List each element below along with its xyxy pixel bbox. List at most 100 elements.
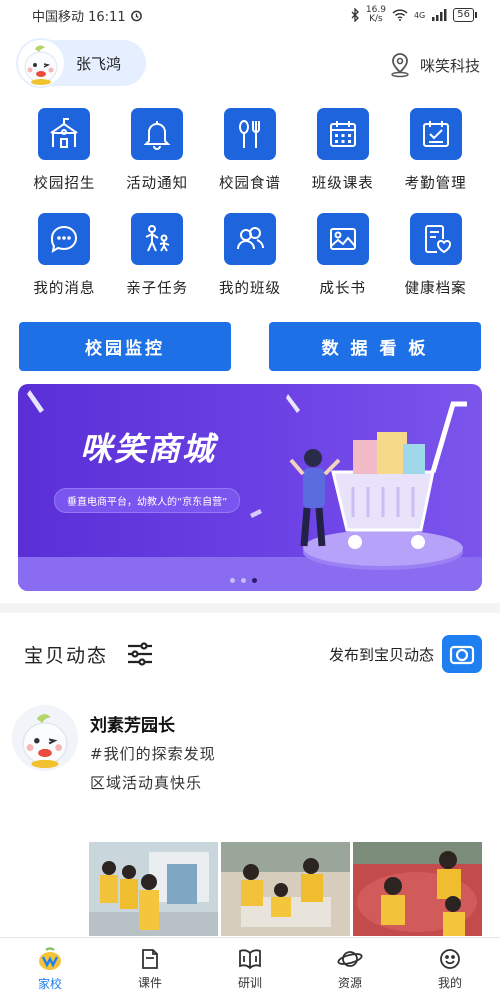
post-photos (89, 842, 482, 936)
icon-box (223, 213, 276, 265)
status-bar: 中国移动 16:11 16.9 K/s 4G 56 (0, 0, 500, 30)
book-icon (239, 949, 261, 969)
feature-grid: 校园招生 活动通知 校园食谱 班级课表 考勤管理 我的消息 亲子任务 我的班级 … (18, 108, 482, 298)
grid-label: 考勤管理 (404, 176, 467, 192)
pagination-dot[interactable] (230, 578, 235, 583)
tab-mine[interactable]: 我的 (400, 938, 500, 1000)
tab-label: 课件 (137, 975, 162, 990)
grid-label: 班级课表 (311, 176, 374, 192)
bell-icon (143, 121, 171, 150)
planet-icon (337, 950, 363, 967)
post-hashtag[interactable]: #我们的探索发现 (90, 743, 216, 764)
parent-child-icon (145, 225, 170, 252)
icon-box (409, 108, 462, 160)
icon-box (38, 213, 91, 265)
tab-label: 家校 (37, 976, 62, 991)
grid-label: 亲子任务 (126, 281, 189, 297)
feed-title: 宝贝动态 (24, 644, 109, 667)
grid-item-growth-book[interactable]: 成长书 (296, 213, 389, 298)
alarm-icon (130, 10, 142, 21)
spoon-fork-icon (238, 120, 260, 148)
carrier-time: 中国移动 16:11 (32, 9, 126, 25)
pagination-dot[interactable] (241, 578, 246, 583)
grid-label: 活动通知 (126, 176, 189, 192)
health-record-icon (424, 225, 451, 254)
network-speed: 16.9 K/s (366, 6, 386, 24)
icon-box (409, 213, 462, 265)
grid-item-class-schedule[interactable]: 班级课表 (296, 108, 389, 193)
promo-banner[interactable]: 咪笑商城 垂直电商平台，幼教人的“京东自营” (18, 384, 482, 591)
publish-to-feed[interactable]: 发布到宝贝动态 (329, 635, 482, 673)
post-photo[interactable] (353, 842, 482, 936)
grid-item-messages[interactable]: 我的消息 (18, 213, 111, 298)
user-name: 张飞鸿 (76, 54, 122, 73)
camera-icon (449, 645, 475, 665)
icon-box (131, 213, 184, 265)
campus-monitor-button[interactable]: 校园监控 (19, 322, 231, 371)
post-photo[interactable] (89, 842, 218, 936)
post-author[interactable]: 刘素芳园长 (90, 711, 175, 736)
location-pin-icon (391, 53, 409, 78)
icon-box (38, 108, 91, 160)
filter-sliders-icon[interactable] (126, 641, 154, 667)
network-type: 4G (413, 10, 426, 20)
icon-box (316, 213, 369, 265)
home-school-icon (39, 946, 61, 970)
banner-pagination (230, 578, 257, 583)
school-icon (50, 118, 78, 148)
tab-courseware[interactable]: 课件 (100, 938, 200, 1000)
feed-header: 宝贝动态 发布到宝贝动态 (24, 635, 482, 673)
tab-resources[interactable]: 资源 (300, 938, 400, 1000)
grid-label: 校园招生 (33, 176, 96, 192)
grid-label: 校园食谱 (218, 176, 281, 192)
icon-box (131, 108, 184, 160)
grid-label: 成长书 (319, 281, 367, 297)
grid-label: 健康档案 (404, 281, 467, 297)
wifi-icon (392, 9, 408, 21)
play-area-photo-image (353, 842, 482, 936)
mascot-avatar-icon (24, 45, 58, 85)
publish-label: 发布到宝贝动态 (328, 645, 434, 664)
signal-icon (432, 9, 447, 21)
speed-unit: K/s (369, 14, 383, 24)
user-avatar (16, 38, 66, 88)
reading-photo-image (221, 842, 350, 936)
status-right: 16.9 K/s 4G 56 (350, 6, 477, 24)
battery-indicator: 56 (453, 8, 477, 22)
grid-item-recipes[interactable]: 校园食谱 (204, 108, 297, 193)
grid-item-health-record[interactable]: 健康档案 (389, 213, 482, 298)
grid-item-attendance[interactable]: 考勤管理 (389, 108, 482, 193)
grid-label: 我的消息 (33, 281, 96, 297)
user-profile-pill[interactable]: 张飞鸿 (16, 38, 146, 88)
post-photo[interactable] (221, 842, 350, 936)
grid-item-enrollment[interactable]: 校园招生 (18, 108, 111, 193)
section-separator (0, 603, 500, 613)
tab-label: 研训 (237, 975, 262, 990)
grid-label: 我的班级 (218, 281, 281, 297)
attendance-icon (422, 121, 449, 147)
mascot-avatar-icon (22, 714, 68, 768)
tab-label: 资源 (337, 975, 362, 990)
classroom-photo-image (89, 842, 218, 936)
bluetooth-icon (351, 8, 359, 22)
banner-subtitle: 垂直电商平台，幼教人的“京东自营” (54, 488, 241, 513)
grid-item-parent-child-task[interactable]: 亲子任务 (111, 213, 204, 298)
camera-button[interactable] (442, 635, 482, 673)
company-name: 咪笑科技 (419, 56, 480, 75)
data-dashboard-button[interactable]: 数 据 看 板 (269, 322, 481, 371)
tab-label: 我的 (437, 975, 462, 990)
picture-icon (329, 228, 356, 250)
post-author-avatar[interactable] (12, 705, 78, 771)
icon-box (223, 108, 276, 160)
company-switcher[interactable]: 咪笑科技 (388, 52, 480, 78)
shopping-cart-illustration (289, 401, 467, 570)
grid-item-activity-notice[interactable]: 活动通知 (111, 108, 204, 193)
smile-icon (440, 948, 460, 969)
banner-title: 咪笑商城 (80, 430, 217, 468)
grid-item-my-class[interactable]: 我的班级 (204, 213, 297, 298)
pagination-dot-active[interactable] (252, 578, 257, 583)
calendar-icon (329, 121, 356, 147)
tab-home-school[interactable]: 家校 (0, 938, 100, 1000)
post-text: 区域活动真快乐 (90, 774, 203, 792)
tab-research-training[interactable]: 研训 (200, 938, 300, 1000)
